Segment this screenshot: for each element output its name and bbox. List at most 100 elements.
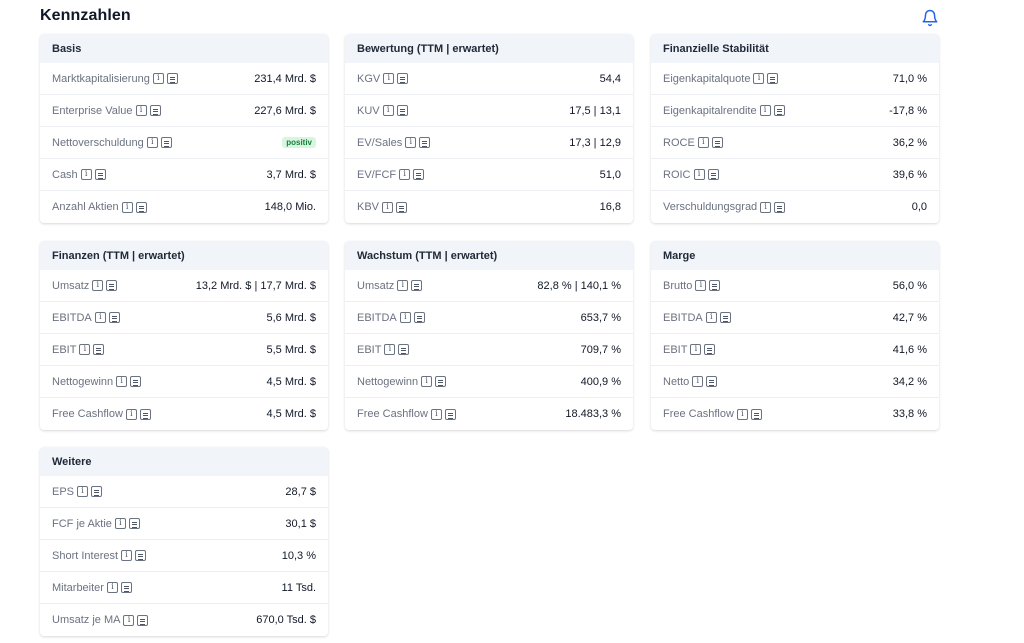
chart-icon[interactable] (719, 312, 731, 323)
chart-icon[interactable] (767, 73, 779, 84)
metric-value: 0,0 (911, 201, 927, 213)
chart-icon[interactable] (108, 312, 120, 323)
chart-icon[interactable] (774, 201, 786, 213)
info-icon[interactable] (695, 280, 707, 291)
metric-value: 17,3 | 12,9 (569, 136, 621, 149)
metric-row: EV/FCF 51,0 (345, 159, 633, 191)
info-icon[interactable] (693, 169, 705, 180)
metric-row: KUV 17,5 | 13,1 (345, 95, 633, 127)
metric-row: ROCE 36,2 % (651, 127, 939, 159)
chart-icon[interactable] (435, 376, 447, 387)
info-icon[interactable] (135, 105, 147, 116)
chart-icon[interactable] (413, 169, 425, 180)
chart-icon[interactable] (773, 105, 785, 116)
chart-icon[interactable] (128, 518, 140, 529)
chart-icon[interactable] (444, 408, 456, 420)
info-icon[interactable] (382, 201, 394, 213)
chart-icon[interactable] (398, 344, 410, 355)
info-icon[interactable] (125, 408, 137, 420)
info-icon[interactable] (114, 518, 126, 529)
chart-icon[interactable] (135, 550, 147, 561)
metric-label: EBITDA (52, 311, 92, 324)
metric-row: KGV 54,4 (345, 63, 633, 95)
chart-icon[interactable] (709, 280, 721, 291)
info-icon[interactable] (399, 312, 411, 323)
chart-icon[interactable] (397, 73, 409, 84)
info-icon[interactable] (692, 376, 704, 387)
metric-label: Anzahl Aktien (52, 201, 119, 213)
info-icon[interactable] (79, 344, 91, 355)
info-icon[interactable] (106, 582, 118, 593)
info-icon[interactable] (384, 344, 396, 355)
metric-row: Eigenkapitalrendite -17,8 % (651, 95, 939, 127)
metric-label: KUV (357, 104, 380, 117)
chart-icon[interactable] (149, 105, 161, 116)
metric-label: Nettoverschuldung (52, 136, 144, 149)
chart-icon[interactable] (706, 376, 718, 387)
bell-icon[interactable] (921, 9, 939, 27)
metric-label: ROCE (663, 136, 695, 149)
metric-label-group: Brutto (663, 279, 721, 292)
info-icon[interactable] (705, 312, 717, 323)
chart-icon[interactable] (396, 201, 408, 213)
chart-icon[interactable] (413, 312, 425, 323)
chart-icon[interactable] (91, 486, 103, 497)
chart-icon[interactable] (166, 73, 178, 84)
info-icon[interactable] (121, 550, 133, 561)
chart-icon[interactable] (139, 408, 151, 420)
info-icon[interactable] (382, 105, 394, 116)
info-icon[interactable] (94, 312, 106, 323)
info-icon[interactable] (92, 280, 104, 291)
metric-label-group: Eigenkapitalrendite (663, 105, 785, 117)
info-icon[interactable] (430, 408, 442, 420)
metric-value: 82,8 % | 140,1 % (537, 279, 621, 292)
metric-label: Umsatz (52, 279, 90, 292)
metric-value: 54,4 (599, 72, 621, 85)
card-title: Finanzielle Stabilität (651, 34, 939, 63)
card-bewertung: Bewertung (TTM | erwartet) KGV 54,4 KUV 17,… (345, 34, 633, 223)
info-icon[interactable] (421, 376, 433, 387)
info-icon[interactable] (80, 169, 92, 180)
chart-icon[interactable] (120, 582, 132, 593)
card-title: Bewertung (TTM | erwartet) (345, 34, 633, 63)
metric-label: Brutto (663, 279, 693, 292)
chart-icon[interactable] (704, 344, 716, 355)
chart-icon[interactable] (707, 169, 719, 180)
info-icon[interactable] (759, 105, 771, 116)
info-icon[interactable] (383, 73, 395, 84)
info-icon[interactable] (736, 408, 748, 420)
chart-icon[interactable] (711, 137, 723, 148)
info-icon[interactable] (399, 169, 411, 180)
chart-icon[interactable] (396, 105, 408, 116)
info-icon[interactable] (116, 376, 128, 387)
info-icon[interactable] (405, 137, 417, 148)
chart-icon[interactable] (94, 169, 106, 180)
chart-icon[interactable] (750, 408, 762, 420)
metric-label-group: FCF je Aktie (52, 518, 140, 530)
info-icon[interactable] (123, 614, 135, 626)
info-icon[interactable] (121, 201, 133, 213)
info-icon[interactable] (152, 73, 164, 84)
chart-icon[interactable] (130, 376, 142, 387)
info-icon[interactable] (397, 280, 409, 291)
metric-label: Eigenkapitalquote (663, 72, 751, 85)
metric-label: EV/Sales (357, 136, 403, 149)
chart-icon[interactable] (137, 614, 149, 626)
metric-label-group: Netto (663, 376, 718, 388)
info-icon[interactable] (697, 137, 709, 148)
chart-icon[interactable] (135, 201, 147, 213)
chart-icon[interactable] (419, 137, 431, 148)
chart-icon[interactable] (106, 280, 118, 291)
info-icon[interactable] (690, 344, 702, 355)
info-icon[interactable] (77, 486, 89, 497)
metric-row: Free Cashflow 4,5 Mrd. $ (40, 398, 328, 430)
info-icon[interactable] (146, 137, 158, 148)
chart-icon[interactable] (411, 280, 423, 291)
info-icon[interactable] (760, 201, 772, 213)
info-icon[interactable] (753, 73, 765, 84)
chart-icon[interactable] (160, 137, 172, 148)
metric-row: Marktkapitalisierung 231,4 Mrd. $ (40, 63, 328, 95)
metric-value: -17,8 % (889, 104, 927, 117)
metric-row: Free Cashflow 18.483,3 % (345, 398, 633, 430)
chart-icon[interactable] (93, 344, 105, 355)
